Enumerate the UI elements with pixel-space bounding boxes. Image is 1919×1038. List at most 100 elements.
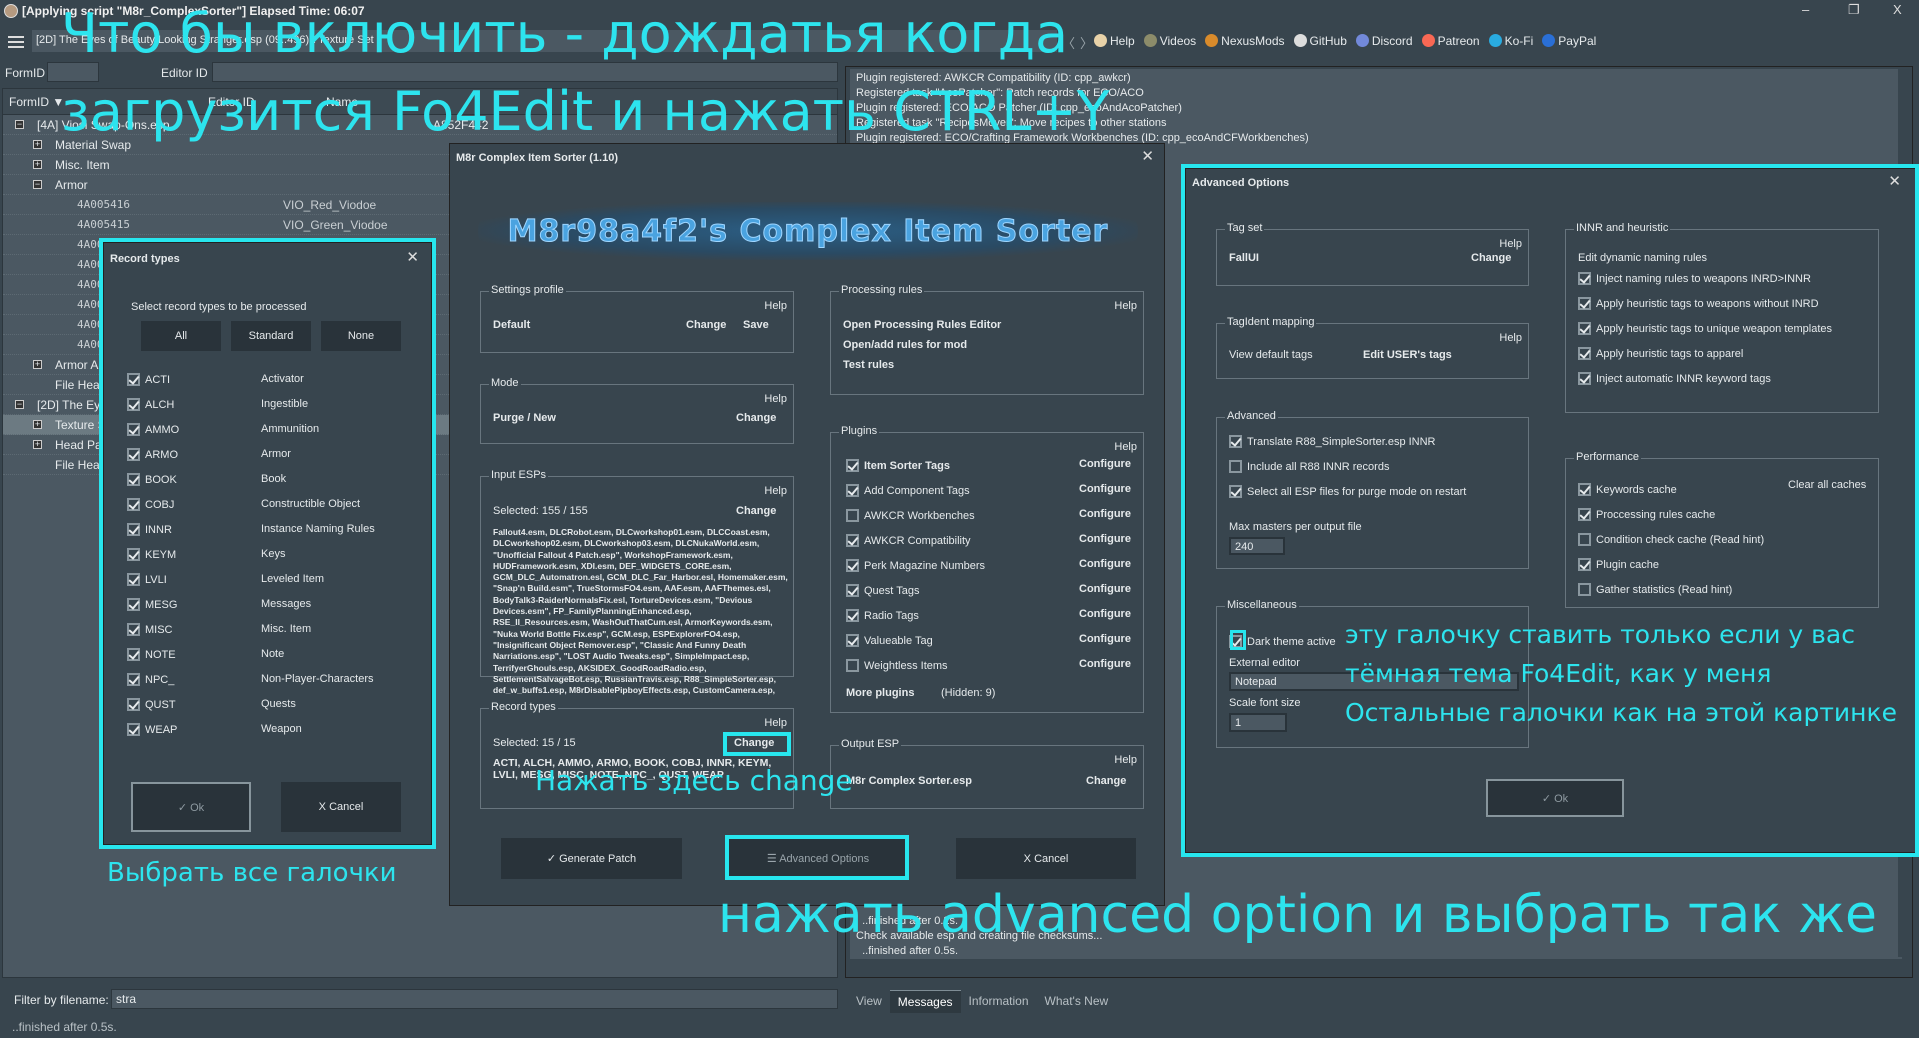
clear-caches-link[interactable]: Clear all caches [1788,479,1866,491]
record-type-checkbox[interactable] [127,623,140,636]
expand-icon[interactable]: + [33,160,42,169]
record-type-checkbox[interactable] [127,648,140,661]
help-link[interactable]: Help [764,393,787,405]
option-checkbox[interactable] [1578,347,1591,360]
link-nexusmods[interactable]: NexusMods [1205,34,1285,48]
plugin-configure-button[interactable]: Configure [1079,508,1131,520]
tab-messages[interactable]: Messages [889,990,961,1013]
option-checkbox[interactable] [1578,372,1591,385]
help-link[interactable]: Help [764,300,787,312]
esps-change-button[interactable]: Change [736,505,776,517]
plugin-checkbox[interactable] [846,459,859,472]
cancel-button[interactable]: X Cancel [956,838,1136,879]
log-horizontal-scrollbar[interactable] [850,960,1902,974]
advanced-options-button[interactable]: ☰ Advanced Options [728,838,908,879]
record-type-checkbox[interactable] [127,698,140,711]
plugin-checkbox[interactable] [846,609,859,622]
formid-input[interactable] [47,62,99,82]
record-type-checkbox[interactable] [127,423,140,436]
plugin-checkbox[interactable] [846,534,859,547]
plugin-configure-button[interactable]: Configure [1079,533,1131,545]
close-icon[interactable]: ✕ [1141,147,1154,165]
back-button[interactable]: 〈 [1062,33,1075,52]
expand-icon[interactable]: + [33,360,42,369]
scale-font-input[interactable]: 1 [1229,713,1287,732]
forward-button[interactable]: 〉 [1080,33,1093,52]
help-link[interactable]: Help [1114,300,1137,312]
option-checkbox[interactable] [1578,297,1591,310]
record-type-checkbox[interactable] [127,373,140,386]
filter-input[interactable]: stra [111,989,838,1009]
profile-save-button[interactable]: Save [743,319,769,331]
plugin-configure-button[interactable]: Configure [1079,658,1131,670]
minimize-button[interactable]: – [1802,2,1809,17]
help-link[interactable]: Help [1114,441,1137,453]
external-editor-input[interactable]: Notepad [1229,672,1519,691]
ok-button[interactable]: ✓ Ok [131,782,251,832]
close-icon[interactable]: ✕ [1888,172,1901,190]
test-rules-link[interactable]: Test rules [843,359,894,371]
link-ko-fi[interactable]: Ko-Fi [1488,34,1533,48]
select-all-button[interactable]: All [141,321,221,351]
output-esp-change-button[interactable]: Change [1086,775,1126,787]
plugin-configure-button[interactable]: Configure [1079,608,1131,620]
link-help[interactable]: Help [1094,34,1135,48]
help-link[interactable]: Help [1499,332,1522,344]
close-icon[interactable]: ✕ [406,248,419,266]
collapse-icon[interactable]: − [15,400,24,409]
column-name[interactable]: Name [326,95,358,109]
tag-set-change-button[interactable]: Change [1471,252,1511,264]
tab-information[interactable]: Information [961,990,1037,1013]
profile-change-button[interactable]: Change [686,319,726,331]
help-link[interactable]: Help [764,485,787,497]
more-plugins-link[interactable]: More plugins [846,687,914,699]
plugin-configure-button[interactable]: Configure [1079,633,1131,645]
plugin-checkbox[interactable] [846,584,859,597]
help-link[interactable]: Help [1114,754,1137,766]
menu-icon[interactable] [8,36,24,48]
option-checkbox[interactable] [1578,558,1591,571]
link-videos[interactable]: Videos [1143,34,1196,48]
dark-theme-checkbox[interactable] [1229,635,1242,648]
view-default-tags-link[interactable]: View default tags [1229,349,1313,361]
plugin-checkbox[interactable] [846,634,859,647]
ok-button[interactable]: ✓ Ok [1486,779,1624,817]
record-type-checkbox[interactable] [127,523,140,536]
option-checkbox[interactable] [1578,322,1591,335]
plugin-checkbox[interactable] [846,484,859,497]
close-window-button[interactable]: X [1893,2,1902,17]
record-type-checkbox[interactable] [127,448,140,461]
records-change-button[interactable]: Change [734,737,774,749]
option-checkbox[interactable] [1229,485,1242,498]
record-type-checkbox[interactable] [127,598,140,611]
maximize-button[interactable]: ❐ [1848,2,1860,18]
help-link[interactable]: Help [764,717,787,729]
collapse-icon[interactable]: − [33,180,42,189]
expand-icon[interactable]: + [33,420,42,429]
record-type-checkbox[interactable] [127,398,140,411]
option-checkbox[interactable] [1229,435,1242,448]
link-discord[interactable]: Discord [1355,34,1413,48]
edit-naming-rules-link[interactable]: Edit dynamic naming rules [1578,252,1707,264]
plugin-checkbox[interactable] [846,509,859,522]
option-checkbox[interactable] [1578,583,1591,596]
link-paypal[interactable]: PayPal [1542,34,1596,48]
option-checkbox[interactable] [1578,272,1591,285]
path-field[interactable]: [2D] The Eyes of Beauty Looking Stranger… [32,30,1057,52]
max-masters-input[interactable]: 240 [1229,537,1285,555]
select-none-button[interactable]: None [321,321,401,351]
tab-view[interactable]: View [848,990,890,1013]
generate-patch-button[interactable]: ✓ Generate Patch [501,838,682,879]
plugin-configure-button[interactable]: Configure [1079,558,1131,570]
edit-user-tags-link[interactable]: Edit USER's tags [1363,349,1452,361]
link-patreon[interactable]: Patreon [1421,34,1480,48]
expand-icon[interactable]: + [33,140,42,149]
help-link[interactable]: Help [1499,238,1522,250]
option-checkbox[interactable] [1578,483,1591,496]
record-type-checkbox[interactable] [127,548,140,561]
plugin-checkbox[interactable] [846,659,859,672]
option-checkbox[interactable] [1578,533,1591,546]
record-type-checkbox[interactable] [127,673,140,686]
open-add-rules-link[interactable]: Open/add rules for mod [843,339,967,351]
mode-change-button[interactable]: Change [736,412,776,424]
